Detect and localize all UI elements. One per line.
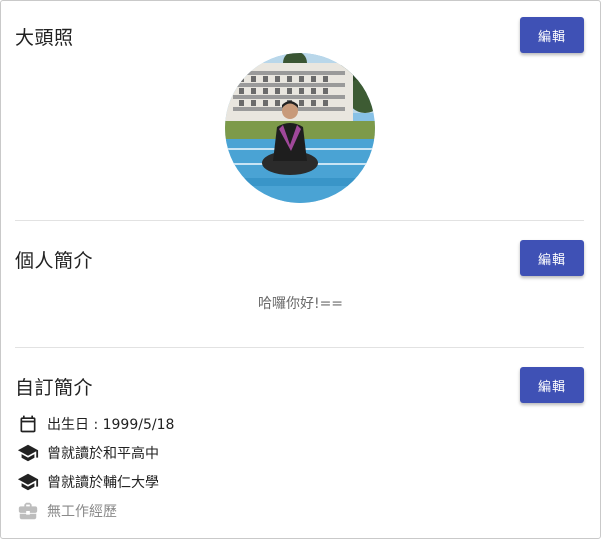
school-row: 曾就讀於和平高中 (17, 442, 159, 464)
work-row: 無工作經歷 (17, 500, 117, 522)
birthday-text: 出生日 : 1999/5/18 (47, 417, 175, 433)
profile-photo-title: 大頭照 (15, 27, 74, 49)
work-text: 無工作經歷 (47, 504, 117, 520)
birthday-row: 出生日 : 1999/5/18 (17, 413, 174, 435)
graduation-cap-icon (17, 442, 39, 464)
school-text: 曾就讀於和平高中 (47, 446, 159, 462)
divider (15, 347, 584, 348)
bio-text: 哈囉你好!== (257, 296, 344, 312)
graduation-cap-icon (17, 471, 39, 493)
edit-photo-button[interactable]: 編輯 (520, 17, 584, 53)
briefcase-icon (17, 500, 39, 522)
bio-title: 個人簡介 (15, 250, 94, 272)
school-row: 曾就讀於輔仁大學 (17, 471, 159, 493)
school-text: 曾就讀於輔仁大學 (47, 475, 159, 491)
divider (15, 220, 584, 221)
profile-card: 大頭照 編輯 個人簡介 編輯 哈囉你好!== 自訂簡介 編輯 出生日: 199… (0, 0, 601, 539)
custom-profile-title: 自訂簡介 (15, 377, 94, 399)
edit-custom-profile-button[interactable]: 編輯 (520, 367, 584, 403)
calendar-icon (17, 413, 39, 435)
edit-bio-button[interactable]: 編輯 (520, 240, 584, 276)
avatar-photo (225, 53, 375, 203)
profile-avatar (225, 53, 375, 203)
